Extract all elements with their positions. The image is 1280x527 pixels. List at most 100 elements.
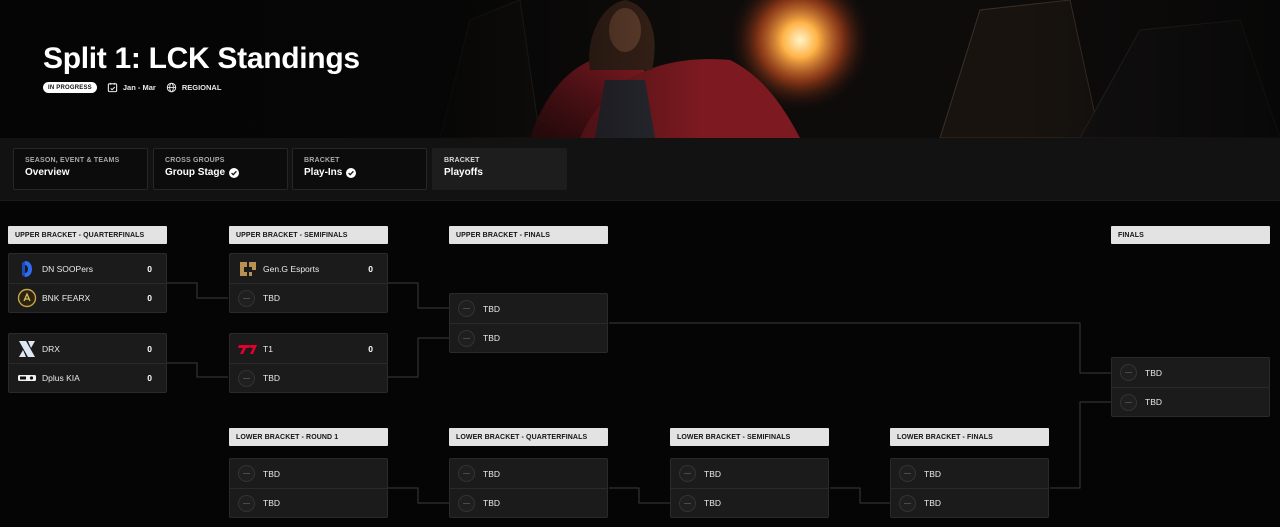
match-lb-round1[interactable]: TBD TBD <box>229 458 388 518</box>
team-row[interactable]: TBD <box>230 363 387 392</box>
round-label-ub-finals: UPPER BRACKET - FINALS <box>449 226 608 244</box>
team-row[interactable]: T1 0 <box>230 334 387 363</box>
tab-playoffs-label: Playoffs <box>444 167 483 178</box>
tab-overview-title: Overview <box>25 167 136 178</box>
team-row[interactable]: TBD <box>450 459 607 488</box>
tbd-placeholder-icon <box>238 465 255 482</box>
team-name: TBD <box>1145 367 1162 378</box>
team-score: 0 <box>147 343 152 354</box>
tbd-placeholder-icon <box>899 465 916 482</box>
match-ub-semifinal-1[interactable]: Gen.G Esports 0 TBD <box>229 253 388 313</box>
team-row[interactable]: TBD <box>891 488 1048 517</box>
team-row[interactable]: Dplus KIA 0 <box>9 363 166 392</box>
tab-overview-label: Overview <box>25 167 70 178</box>
dn-soopers-logo-icon <box>17 259 37 279</box>
tab-group-stage-caption: CROSS GROUPS <box>165 157 225 164</box>
tab-play-ins-title: Play-Ins <box>304 167 415 178</box>
team-row[interactable]: Gen.G Esports 0 <box>230 254 387 283</box>
team-name: Gen.G Esports <box>263 263 320 274</box>
round-label-lb-round1: LOWER BRACKET - ROUND 1 <box>229 428 388 446</box>
round-label-ub-quarterfinals: UPPER BRACKET - QUARTERFINALS <box>8 226 167 244</box>
team-name: TBD <box>263 468 280 479</box>
tbd-placeholder-icon <box>458 465 475 482</box>
match-lb-final[interactable]: TBD TBD <box>890 458 1049 518</box>
match-ub-quarterfinal-1[interactable]: DN SOOPers 0 BNK FEARX 0 <box>8 253 167 313</box>
event-meta: IN PROGRESS Jan - Mar REGIONAL <box>43 82 221 93</box>
team-name: TBD <box>704 468 721 479</box>
team-row[interactable]: TBD <box>1112 358 1269 387</box>
hero-banner: Split 1: LCK Standings IN PROGRESS Jan -… <box>0 0 1280 138</box>
team-name: TBD <box>483 333 500 343</box>
tab-group-stage-label: Group Stage <box>165 167 226 178</box>
team-name: TBD <box>924 498 941 508</box>
region: REGIONAL <box>166 82 222 93</box>
team-score: 0 <box>368 263 373 274</box>
playoff-bracket: UPPER BRACKET - QUARTERFINALS UPPER BRAC… <box>0 201 1280 527</box>
tbd-placeholder-icon <box>458 329 475 347</box>
dplus-kia-logo-icon <box>17 368 37 388</box>
round-label-lb-quarterfinals: LOWER BRACKET - QUARTERFINALS <box>449 428 608 446</box>
match-lb-semifinal[interactable]: TBD TBD <box>670 458 829 518</box>
bnk-fearx-logo-icon <box>17 288 37 308</box>
team-row[interactable]: TBD <box>450 323 607 352</box>
team-name: DRX <box>42 343 60 354</box>
team-name: TBD <box>924 468 941 479</box>
match-grand-final[interactable]: TBD TBD <box>1111 357 1270 417</box>
team-row[interactable]: DRX 0 <box>9 334 166 363</box>
match-ub-final[interactable]: TBD TBD <box>449 293 608 353</box>
team-row[interactable]: TBD <box>671 488 828 517</box>
team-name: TBD <box>263 498 280 508</box>
globe-icon <box>166 82 177 93</box>
team-name: TBD <box>483 498 500 508</box>
round-label-lb-finals: LOWER BRACKET - FINALS <box>890 428 1049 446</box>
team-score: 0 <box>147 293 152 303</box>
match-lb-quarterfinal[interactable]: TBD TBD <box>449 458 608 518</box>
check-circle-icon <box>229 167 240 178</box>
team-name: Dplus KIA <box>42 373 80 383</box>
tab-playoffs[interactable]: BRACKET Playoffs <box>432 148 567 190</box>
tab-overview[interactable]: SEASON, EVENT & TEAMS Overview <box>13 148 148 190</box>
team-row[interactable]: TBD <box>450 294 607 323</box>
tbd-placeholder-icon <box>1120 364 1137 381</box>
team-name: TBD <box>1145 397 1162 407</box>
team-row[interactable]: TBD <box>1112 387 1269 416</box>
tbd-placeholder-icon <box>679 494 696 512</box>
team-row[interactable]: TBD <box>891 459 1048 488</box>
round-label-ub-semifinals: UPPER BRACKET - SEMIFINALS <box>229 226 388 244</box>
team-row[interactable]: DN SOOPers 0 <box>9 254 166 283</box>
team-row[interactable]: TBD <box>230 459 387 488</box>
team-row[interactable]: BNK FEARX 0 <box>9 283 166 312</box>
match-ub-quarterfinal-2[interactable]: DRX 0 Dplus KIA 0 <box>8 333 167 393</box>
round-label-finals: FINALS <box>1111 226 1270 244</box>
match-ub-semifinal-2[interactable]: T1 0 TBD <box>229 333 388 393</box>
team-name: BNK FEARX <box>42 293 91 303</box>
team-name: TBD <box>483 468 500 479</box>
team-name: TBD <box>263 373 280 383</box>
region-text: REGIONAL <box>181 83 222 92</box>
tab-overview-caption: SEASON, EVENT & TEAMS <box>25 157 120 164</box>
team-name: DN SOOPers <box>42 263 94 274</box>
team-name: TBD <box>704 498 721 508</box>
bracket-connectors <box>167 282 1111 504</box>
round-label-lb-semifinals: LOWER BRACKET - SEMIFINALS <box>670 428 829 446</box>
drx-logo-icon <box>17 339 37 359</box>
tbd-placeholder-icon <box>679 465 696 482</box>
tab-play-ins-caption: BRACKET <box>304 157 340 164</box>
team-row[interactable]: TBD <box>230 283 387 312</box>
date-range: Jan - Mar <box>107 82 156 93</box>
team-row[interactable]: TBD <box>671 459 828 488</box>
date-range-text: Jan - Mar <box>122 83 156 92</box>
tbd-placeholder-icon <box>458 300 475 317</box>
team-row[interactable]: TBD <box>450 488 607 517</box>
team-row[interactable]: TBD <box>230 488 387 517</box>
tbd-placeholder-icon <box>238 494 255 512</box>
tab-playoffs-title: Playoffs <box>444 167 555 178</box>
tbd-placeholder-icon <box>899 494 916 512</box>
team-name: TBD <box>483 303 500 314</box>
tab-group-stage[interactable]: CROSS GROUPS Group Stage <box>153 148 288 190</box>
tab-play-ins-label: Play-Ins <box>304 167 343 178</box>
status-badge: IN PROGRESS <box>43 82 97 93</box>
tbd-placeholder-icon <box>238 289 255 307</box>
tab-playoffs-caption: BRACKET <box>444 157 480 164</box>
tab-play-ins[interactable]: BRACKET Play-Ins <box>292 148 427 190</box>
